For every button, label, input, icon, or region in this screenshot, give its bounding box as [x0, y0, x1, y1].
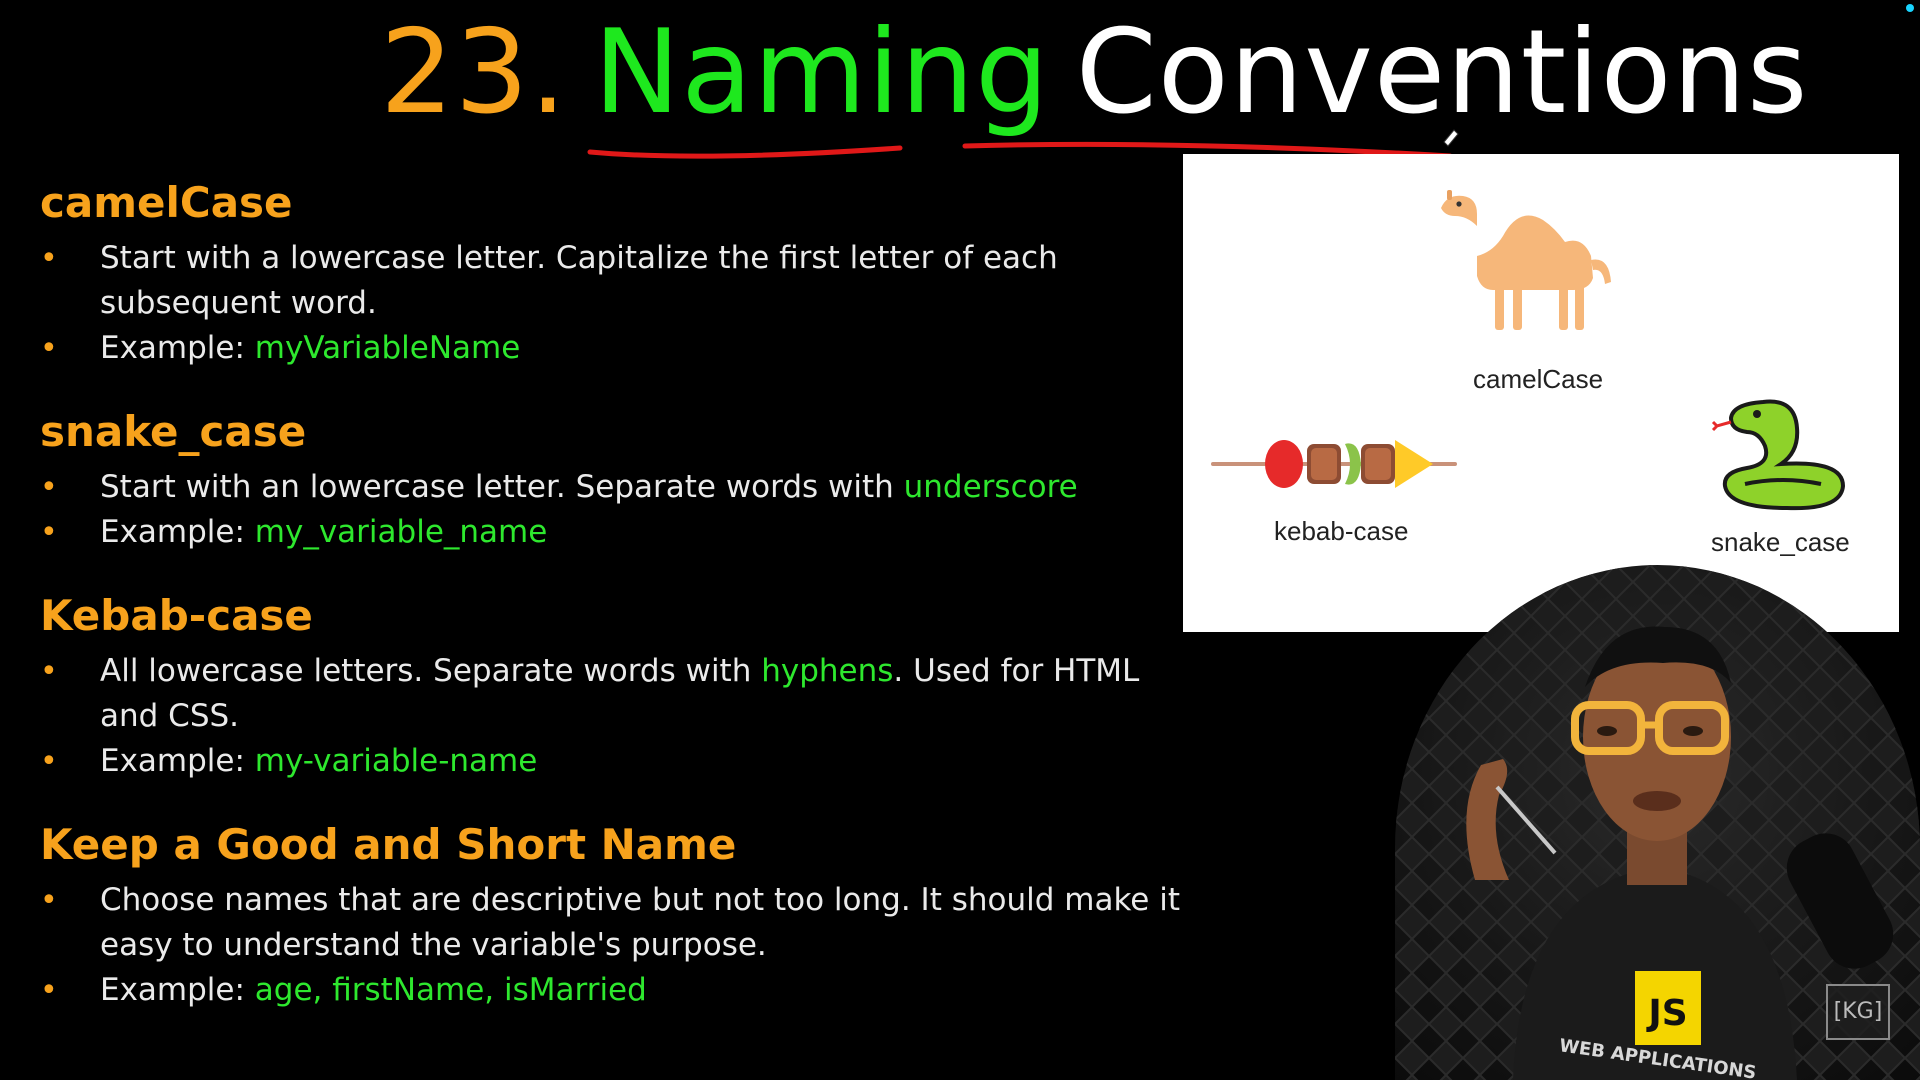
section-heading: Keep a Good and Short Name [40, 820, 737, 869]
section-good-short-name: Keep a Good and Short Name Choose names … [40, 820, 1200, 1013]
pen-cursor-icon [1443, 129, 1459, 147]
section-heading: Kebab-case [40, 591, 313, 640]
section-camelcase: camelCase Start with a lowercase letter.… [40, 178, 1200, 371]
bullet-item: Start with an lowercase letter. Separate… [40, 465, 1200, 510]
camel-icon [1441, 190, 1611, 330]
section-heading: camelCase [40, 178, 293, 227]
section-kebabcase: Kebab-case All lowercase letters. Separa… [40, 591, 1200, 784]
title-word-naming: Naming [593, 5, 1050, 140]
slide-content: camelCase Start with a lowercase letter.… [40, 178, 1200, 1049]
bullet-item: Start with a lowercase letter. Capitaliz… [40, 236, 1200, 326]
js-shirt-badge: JS [1635, 971, 1701, 1045]
example-value: myVariableName [254, 330, 521, 366]
naming-illustration-panel: camelCase kebab-case snake_case [1183, 154, 1899, 632]
bullet-item: Choose names that are descriptive but no… [40, 878, 1200, 968]
snakecase-label: snake_case [1711, 527, 1850, 557]
kebab-skewer-icon [1211, 440, 1457, 488]
example-value: my-variable-name [254, 743, 538, 779]
example-value: my_variable_name [254, 514, 548, 550]
slide-title: 23. Naming Conventions [380, 5, 1807, 140]
bullet-item: Example: my_variable_name [40, 510, 1200, 555]
camelcase-label: camelCase [1473, 364, 1604, 394]
kebabcase-label: kebab-case [1274, 516, 1409, 546]
bullet-item: Example: age, firstName, isMarried [40, 968, 1200, 1013]
title-word-conventions: Conventions [1075, 5, 1809, 140]
section-heading: snake_case [40, 407, 307, 456]
section-snakecase: snake_case Start with an lowercase lette… [40, 407, 1200, 555]
bullet-item: Example: my-variable-name [40, 739, 1200, 784]
example-value: age, firstName, isMarried [254, 972, 647, 1008]
title-number: 23. [380, 5, 568, 140]
bullet-item: Example: myVariableName [40, 326, 1200, 371]
snake-icon [1711, 399, 1846, 511]
svg-text:JS: JS [1645, 993, 1687, 1034]
bullet-item: All lowercase letters. Separate words wi… [40, 649, 1200, 739]
channel-logo: [KG] [1826, 984, 1890, 1040]
status-dot-icon [1906, 4, 1914, 12]
